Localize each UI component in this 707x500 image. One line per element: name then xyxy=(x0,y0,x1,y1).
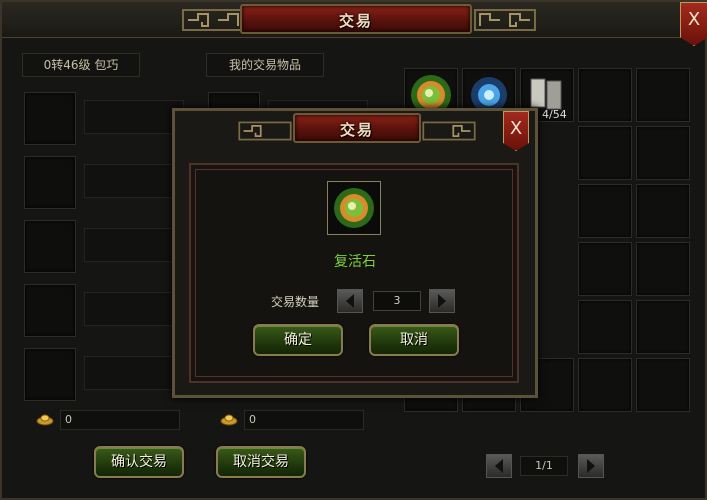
window-title: 交易 xyxy=(338,12,373,30)
ok-button[interactable]: 确定 xyxy=(253,324,343,356)
quantity-input[interactable]: 3 xyxy=(373,291,421,311)
page-indicator: 1/1 xyxy=(520,456,568,476)
cancel-button[interactable]: 取消 xyxy=(369,324,459,356)
resurrection-stone-icon xyxy=(334,188,374,228)
dialog-title: 交易 xyxy=(339,121,374,139)
partner-item-name-4 xyxy=(84,292,184,326)
partner-item-name-2 xyxy=(84,164,184,198)
cancel-trade-button[interactable]: 取消交易 xyxy=(216,446,306,478)
inventory-slot[interactable] xyxy=(578,358,632,412)
inventory-slot[interactable] xyxy=(578,126,632,180)
dialog-item-slot xyxy=(327,181,381,235)
dialog-item-name: 复活石 xyxy=(334,254,376,270)
inventory-slot[interactable] xyxy=(636,358,690,412)
quantity-label: 交易数量 xyxy=(270,295,319,309)
left-arrow-icon xyxy=(346,294,354,308)
gold-ingot-icon xyxy=(36,414,54,426)
my-money-field[interactable]: 0 xyxy=(244,410,364,430)
prev-page-button[interactable] xyxy=(486,454,512,478)
left-arrow-icon xyxy=(495,459,503,473)
inventory-slot[interactable] xyxy=(578,68,632,122)
inventory-slot[interactable] xyxy=(578,300,632,354)
dialog-title-plate: 交易 xyxy=(293,113,421,143)
partner-slot-5[interactable] xyxy=(24,348,76,401)
inventory-slot[interactable] xyxy=(578,242,632,296)
inventory-slot[interactable] xyxy=(578,184,632,238)
decrease-quantity-button[interactable] xyxy=(337,289,363,313)
partner-slot-4[interactable] xyxy=(24,284,76,337)
inventory-slot[interactable] xyxy=(636,126,690,180)
inventory-slot[interactable] xyxy=(636,184,690,238)
confirm-trade-button[interactable]: 确认交易 xyxy=(94,446,184,478)
right-ornament-icon xyxy=(474,9,536,31)
partner-name-label: 0转46级 包巧 xyxy=(22,53,140,77)
close-icon: X xyxy=(509,118,523,139)
quantity-dialog: 交易 X 复活石 交易数量 3 确定 取消 xyxy=(172,108,538,398)
close-icon: X xyxy=(687,9,701,30)
partner-item-name-5 xyxy=(84,356,184,390)
inventory-slot[interactable] xyxy=(636,242,690,296)
inventory-slot[interactable] xyxy=(636,300,690,354)
title-bar: 交易 X xyxy=(2,2,707,46)
inventory-count: 4/54 xyxy=(542,108,567,121)
partner-slot-1[interactable] xyxy=(24,92,76,145)
right-ornament-icon xyxy=(422,121,476,141)
partner-item-name-1 xyxy=(84,100,184,134)
gold-ingot-icon xyxy=(220,414,238,426)
title-plate: 交易 xyxy=(240,4,472,34)
left-ornament-icon xyxy=(238,121,292,141)
dialog-close-button[interactable]: X xyxy=(503,111,529,151)
inventory-slot[interactable] xyxy=(636,68,690,122)
partner-slot-2[interactable] xyxy=(24,156,76,209)
right-arrow-icon xyxy=(587,459,595,473)
left-ornament-icon xyxy=(182,9,244,31)
partner-money-field: 0 xyxy=(60,410,180,430)
right-arrow-icon xyxy=(438,294,446,308)
increase-quantity-button[interactable] xyxy=(429,289,455,313)
my-items-label: 我的交易物品 xyxy=(206,53,324,77)
window-close-button[interactable]: X xyxy=(680,2,707,46)
partner-slot-3[interactable] xyxy=(24,220,76,273)
next-page-button[interactable] xyxy=(578,454,604,478)
partner-item-name-3 xyxy=(84,228,184,262)
